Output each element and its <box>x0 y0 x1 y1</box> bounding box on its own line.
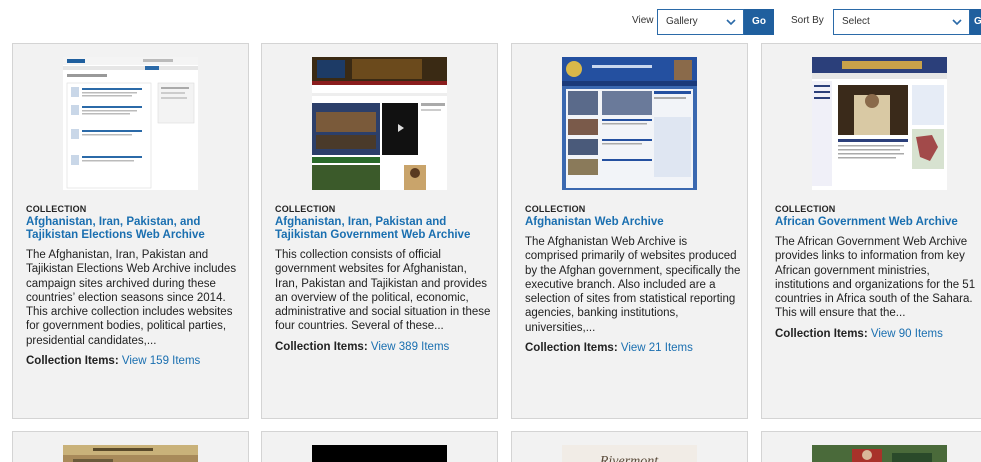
collection-thumbnail[interactable] <box>312 445 447 462</box>
collection-title-link[interactable]: Afghanistan, Iran, Pakistan, and Tajikis… <box>26 216 242 242</box>
website-screenshot-thumbnail <box>63 57 198 190</box>
website-screenshot-thumbnail <box>63 445 198 462</box>
website-screenshot-thumbnail <box>812 445 947 462</box>
collection-card: COLLECTION Afghanistan, Iran, Pakistan, … <box>12 43 249 419</box>
website-screenshot-thumbnail: Rivermont <box>562 445 697 462</box>
collection-items-label: Collection Items: <box>26 355 119 368</box>
collection-thumbnail[interactable] <box>63 445 198 462</box>
collection-items-label: Collection Items: <box>775 327 868 340</box>
website-screenshot-thumbnail <box>812 57 947 190</box>
view-select[interactable]: Gallery <box>657 9 744 35</box>
collection-description: The Afghanistan Web Archive is comprised… <box>525 236 741 334</box>
collection-description: The African Government Web Archive provi… <box>775 236 976 320</box>
collection-kicker: COLLECTION <box>26 204 87 214</box>
collection-card <box>261 431 498 462</box>
collection-thumbnail[interactable] <box>812 57 947 190</box>
collection-card: COLLECTION African Government Web Archiv… <box>761 43 981 419</box>
collection-description: This collection consists of official gov… <box>275 249 491 333</box>
website-screenshot-thumbnail <box>562 57 697 190</box>
collection-kicker: COLLECTION <box>275 204 336 214</box>
chevron-down-icon <box>726 19 736 26</box>
collection-card: Rivermont <box>511 431 748 462</box>
thumbnail-wordmark: Rivermont <box>599 454 659 462</box>
collection-thumbnail[interactable] <box>812 445 947 462</box>
collection-description: The Afghanistan, Iran, Pakistan and Taji… <box>26 249 237 347</box>
chevron-down-icon <box>952 19 962 26</box>
view-label: View <box>632 15 654 26</box>
collection-items: Collection Items: View 21 Items <box>525 341 741 355</box>
gallery-toolbar: View Gallery Go Sort By Select G <box>0 9 981 35</box>
collection-kicker: COLLECTION <box>525 204 586 214</box>
view-select-value: Gallery <box>666 16 698 27</box>
sort-label: Sort By <box>791 15 824 26</box>
view-items-link[interactable]: View 159 Items <box>122 355 200 367</box>
collection-card: COLLECTION Afghanistan Web Archive The A… <box>511 43 748 419</box>
website-screenshot-thumbnail <box>312 57 447 190</box>
view-go-button[interactable]: Go <box>744 9 774 35</box>
collection-kicker: COLLECTION <box>775 204 836 214</box>
collection-title-link[interactable]: Afghanistan, Iran, Pakistan and Tajikist… <box>275 216 491 242</box>
collection-thumbnail[interactable] <box>312 57 447 190</box>
view-items-link[interactable]: View 21 Items <box>621 342 693 354</box>
collection-items-label: Collection Items: <box>525 342 618 355</box>
collection-card <box>12 431 249 462</box>
collection-thumbnail[interactable] <box>562 57 697 190</box>
collection-card: COLLECTION Afghanistan, Iran, Pakistan a… <box>261 43 498 419</box>
view-items-link[interactable]: View 389 Items <box>371 341 449 353</box>
collection-items-label: Collection Items: <box>275 340 368 353</box>
collection-items: Collection Items: View 90 Items <box>775 327 981 341</box>
sort-select[interactable]: Select <box>833 9 970 35</box>
sort-select-value: Select <box>842 16 870 27</box>
collection-thumbnail[interactable] <box>63 57 198 190</box>
collection-items: Collection Items: View 159 Items <box>26 354 242 368</box>
view-items-link[interactable]: View 90 Items <box>871 328 943 340</box>
collection-items: Collection Items: View 389 Items <box>275 340 491 354</box>
collection-card <box>761 431 981 462</box>
sort-go-button[interactable]: G <box>970 9 981 35</box>
website-screenshot-thumbnail <box>312 445 447 462</box>
collection-thumbnail[interactable]: Rivermont <box>562 445 697 462</box>
collection-title-link[interactable]: African Government Web Archive <box>775 216 981 229</box>
collection-title-link[interactable]: Afghanistan Web Archive <box>525 216 741 229</box>
